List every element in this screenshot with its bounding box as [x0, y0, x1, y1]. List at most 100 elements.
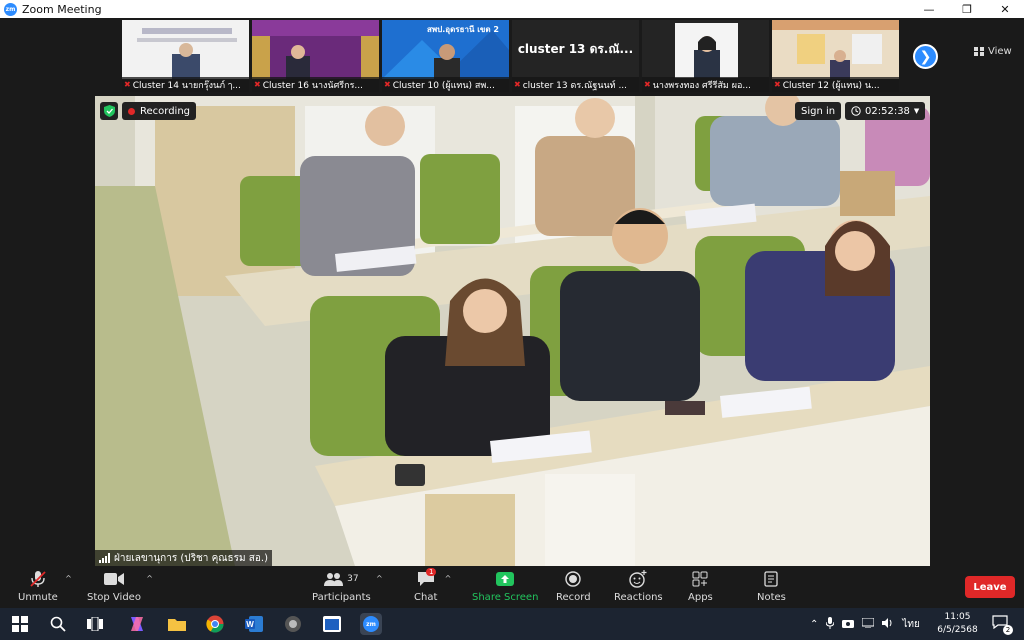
mic-muted-icon: ✖	[124, 80, 131, 89]
speaker-name: ฝ่ายเลขานุการ (ปริชา คุณธรม สอ.)	[114, 552, 268, 564]
security-shield-icon[interactable]	[100, 102, 118, 120]
network-icon[interactable]	[861, 617, 875, 631]
task-view-icon[interactable]	[84, 613, 106, 635]
copilot-icon[interactable]	[126, 613, 148, 635]
recording-indicator[interactable]: Recording	[122, 102, 197, 120]
chrome-icon[interactable]	[204, 613, 226, 635]
word-icon[interactable]: W	[243, 613, 265, 635]
participant-thumbnail[interactable]: สพป.อุดรธานี เขต 2 ✖ Cluster 10 (ผู้แทน) …	[382, 20, 509, 92]
record-dot-icon	[128, 107, 135, 115]
windows-start-icon[interactable]	[9, 613, 31, 635]
search-icon[interactable]	[47, 613, 69, 635]
system-tray: ⌃ ไทย	[810, 608, 920, 640]
mic-muted-icon: ✖	[254, 80, 261, 89]
participant-thumbnail[interactable]: ✖ Cluster 14 นายกรุ๊งนภ์ ๅ...	[122, 20, 249, 92]
share-screen-label: Share Screen	[472, 592, 539, 603]
participant-thumbnail[interactable]: ✖ Cluster 16 นางนัศรีกร...	[252, 20, 379, 92]
record-icon	[565, 571, 581, 587]
mic-muted-icon: ✖	[514, 80, 521, 89]
share-screen-icon	[496, 572, 515, 586]
volume-icon[interactable]	[882, 617, 894, 631]
video-feed	[252, 20, 379, 79]
view-label: View	[988, 46, 1012, 57]
caret-up-icon[interactable]: ^	[146, 574, 153, 583]
window-title: Zoom Meeting	[22, 2, 102, 16]
caret-up-icon[interactable]: ^	[445, 574, 452, 583]
chevron-right-icon: ❯	[919, 48, 932, 65]
windows-taskbar: W zm ⌃ ไทย 11:05 6/5/2568 2	[0, 608, 1024, 640]
meeting-room-scene	[95, 96, 930, 566]
input-language[interactable]: ไทย	[902, 617, 919, 632]
reactions-button[interactable]: Reactions	[614, 570, 663, 603]
video-feed	[772, 20, 899, 79]
notes-label: Notes	[757, 592, 786, 603]
active-speaker-video: Recording Sign in 02:52:38 ▼ ฝ่ายเลขานุก…	[95, 96, 930, 566]
chat-button[interactable]: 1 Chat ^	[414, 568, 451, 603]
video-feed	[122, 20, 249, 79]
minimize-icon[interactable]: —	[910, 0, 948, 18]
chat-unread-badge: 1	[426, 568, 437, 576]
participants-icon	[324, 573, 344, 586]
camera-icon[interactable]	[842, 618, 855, 631]
taskbar-time: 11:05	[944, 612, 971, 622]
participant-thumbnail[interactable]: ✖ Cluster 12 (ผู้แทน) น...	[772, 20, 899, 92]
zoom-logo-icon: zm	[4, 2, 17, 16]
apps-icon	[692, 571, 708, 587]
notification-count: 2	[1003, 625, 1013, 635]
timer-value: 02:52:38	[865, 105, 910, 117]
participant-thumbnail[interactable]: cluster 13 ดร.ณั... ✖ cluster 13 ดร.ณัฐนน…	[512, 20, 639, 92]
mic-muted-icon	[30, 571, 46, 587]
leave-button[interactable]: Leave	[965, 576, 1015, 598]
taskbar-clock[interactable]: 11:05 6/5/2568	[935, 611, 980, 637]
svg-text:W: W	[246, 620, 254, 629]
participant-thumbnail[interactable]: ✖ นางพรงทอง ศรีรีสัม ผอ...	[642, 20, 769, 92]
share-screen-button[interactable]: Share Screen	[472, 570, 538, 603]
app-window-icon[interactable]	[321, 613, 343, 635]
sign-in-button[interactable]: Sign in	[795, 102, 842, 120]
participants-label: Participants	[312, 592, 371, 603]
grid-view-icon	[974, 47, 984, 56]
reactions-icon	[629, 570, 647, 588]
participant-strip: ✖ Cluster 14 นายกรุ๊งนภ์ ๅ... ✖ Cluster 16…	[0, 18, 1024, 94]
next-page-button[interactable]: ❯	[913, 44, 938, 69]
mic-muted-icon: ✖	[644, 80, 651, 89]
notifications-button[interactable]: 2	[992, 615, 1013, 635]
unmute-button[interactable]: Unmute ^	[18, 570, 72, 603]
file-explorer-icon[interactable]	[166, 613, 188, 635]
participant-name: Cluster 16 นางนัศรีกร...	[262, 80, 363, 91]
chevron-up-icon[interactable]: ⌃	[810, 619, 818, 630]
participant-name: Cluster 14 นายกรุ๊งนภ์ ๅ...	[132, 80, 241, 91]
record-button[interactable]: Record	[556, 570, 591, 603]
notes-button[interactable]: Notes	[757, 570, 786, 603]
caret-down-icon: ▼	[913, 107, 920, 115]
close-icon[interactable]: ✕	[986, 0, 1024, 18]
participants-count: 37	[347, 574, 359, 584]
participants-button[interactable]: 37 Participants ^	[312, 570, 383, 603]
school-banner: สพป.อุดรธานี เขต 2	[427, 25, 499, 34]
maximize-icon[interactable]: ❐	[948, 0, 986, 18]
zoom-taskbar-icon[interactable]: zm	[360, 613, 382, 635]
recording-label: Recording	[140, 105, 191, 117]
unmute-label: Unmute	[18, 592, 58, 603]
taskbar-date: 6/5/2568	[937, 625, 978, 635]
video-camera-icon	[103, 573, 124, 585]
view-button[interactable]: View	[974, 46, 1012, 57]
participant-name: Cluster 10 (ผู้แทน) สพ...	[392, 80, 495, 91]
camera-app-icon[interactable]	[282, 613, 304, 635]
signal-strength-icon	[99, 553, 110, 563]
meeting-timer[interactable]: 02:52:38 ▼	[845, 102, 926, 120]
video-feed	[642, 20, 769, 79]
caret-up-icon[interactable]: ^	[65, 574, 72, 583]
title-bar: zm Zoom Meeting — ❐ ✕	[0, 0, 1024, 18]
microphone-icon[interactable]	[825, 616, 835, 632]
stop-video-button[interactable]: Stop Video ^	[87, 570, 153, 603]
record-label: Record	[556, 592, 591, 603]
participant-name: cluster 13 ดร.ณัฐนนท์ ...	[522, 80, 628, 91]
speaker-name-label: ฝ่ายเลขานุการ (ปริชา คุณธรม สอ.)	[95, 550, 272, 566]
chat-label: Chat	[414, 592, 438, 603]
caret-up-icon[interactable]: ^	[376, 574, 383, 583]
participant-name: นางพรงทอง ศรีรีสัม ผอ...	[652, 80, 751, 91]
apps-button[interactable]: Apps	[688, 570, 713, 603]
stop-video-label: Stop Video	[87, 592, 141, 603]
reactions-label: Reactions	[614, 592, 663, 603]
